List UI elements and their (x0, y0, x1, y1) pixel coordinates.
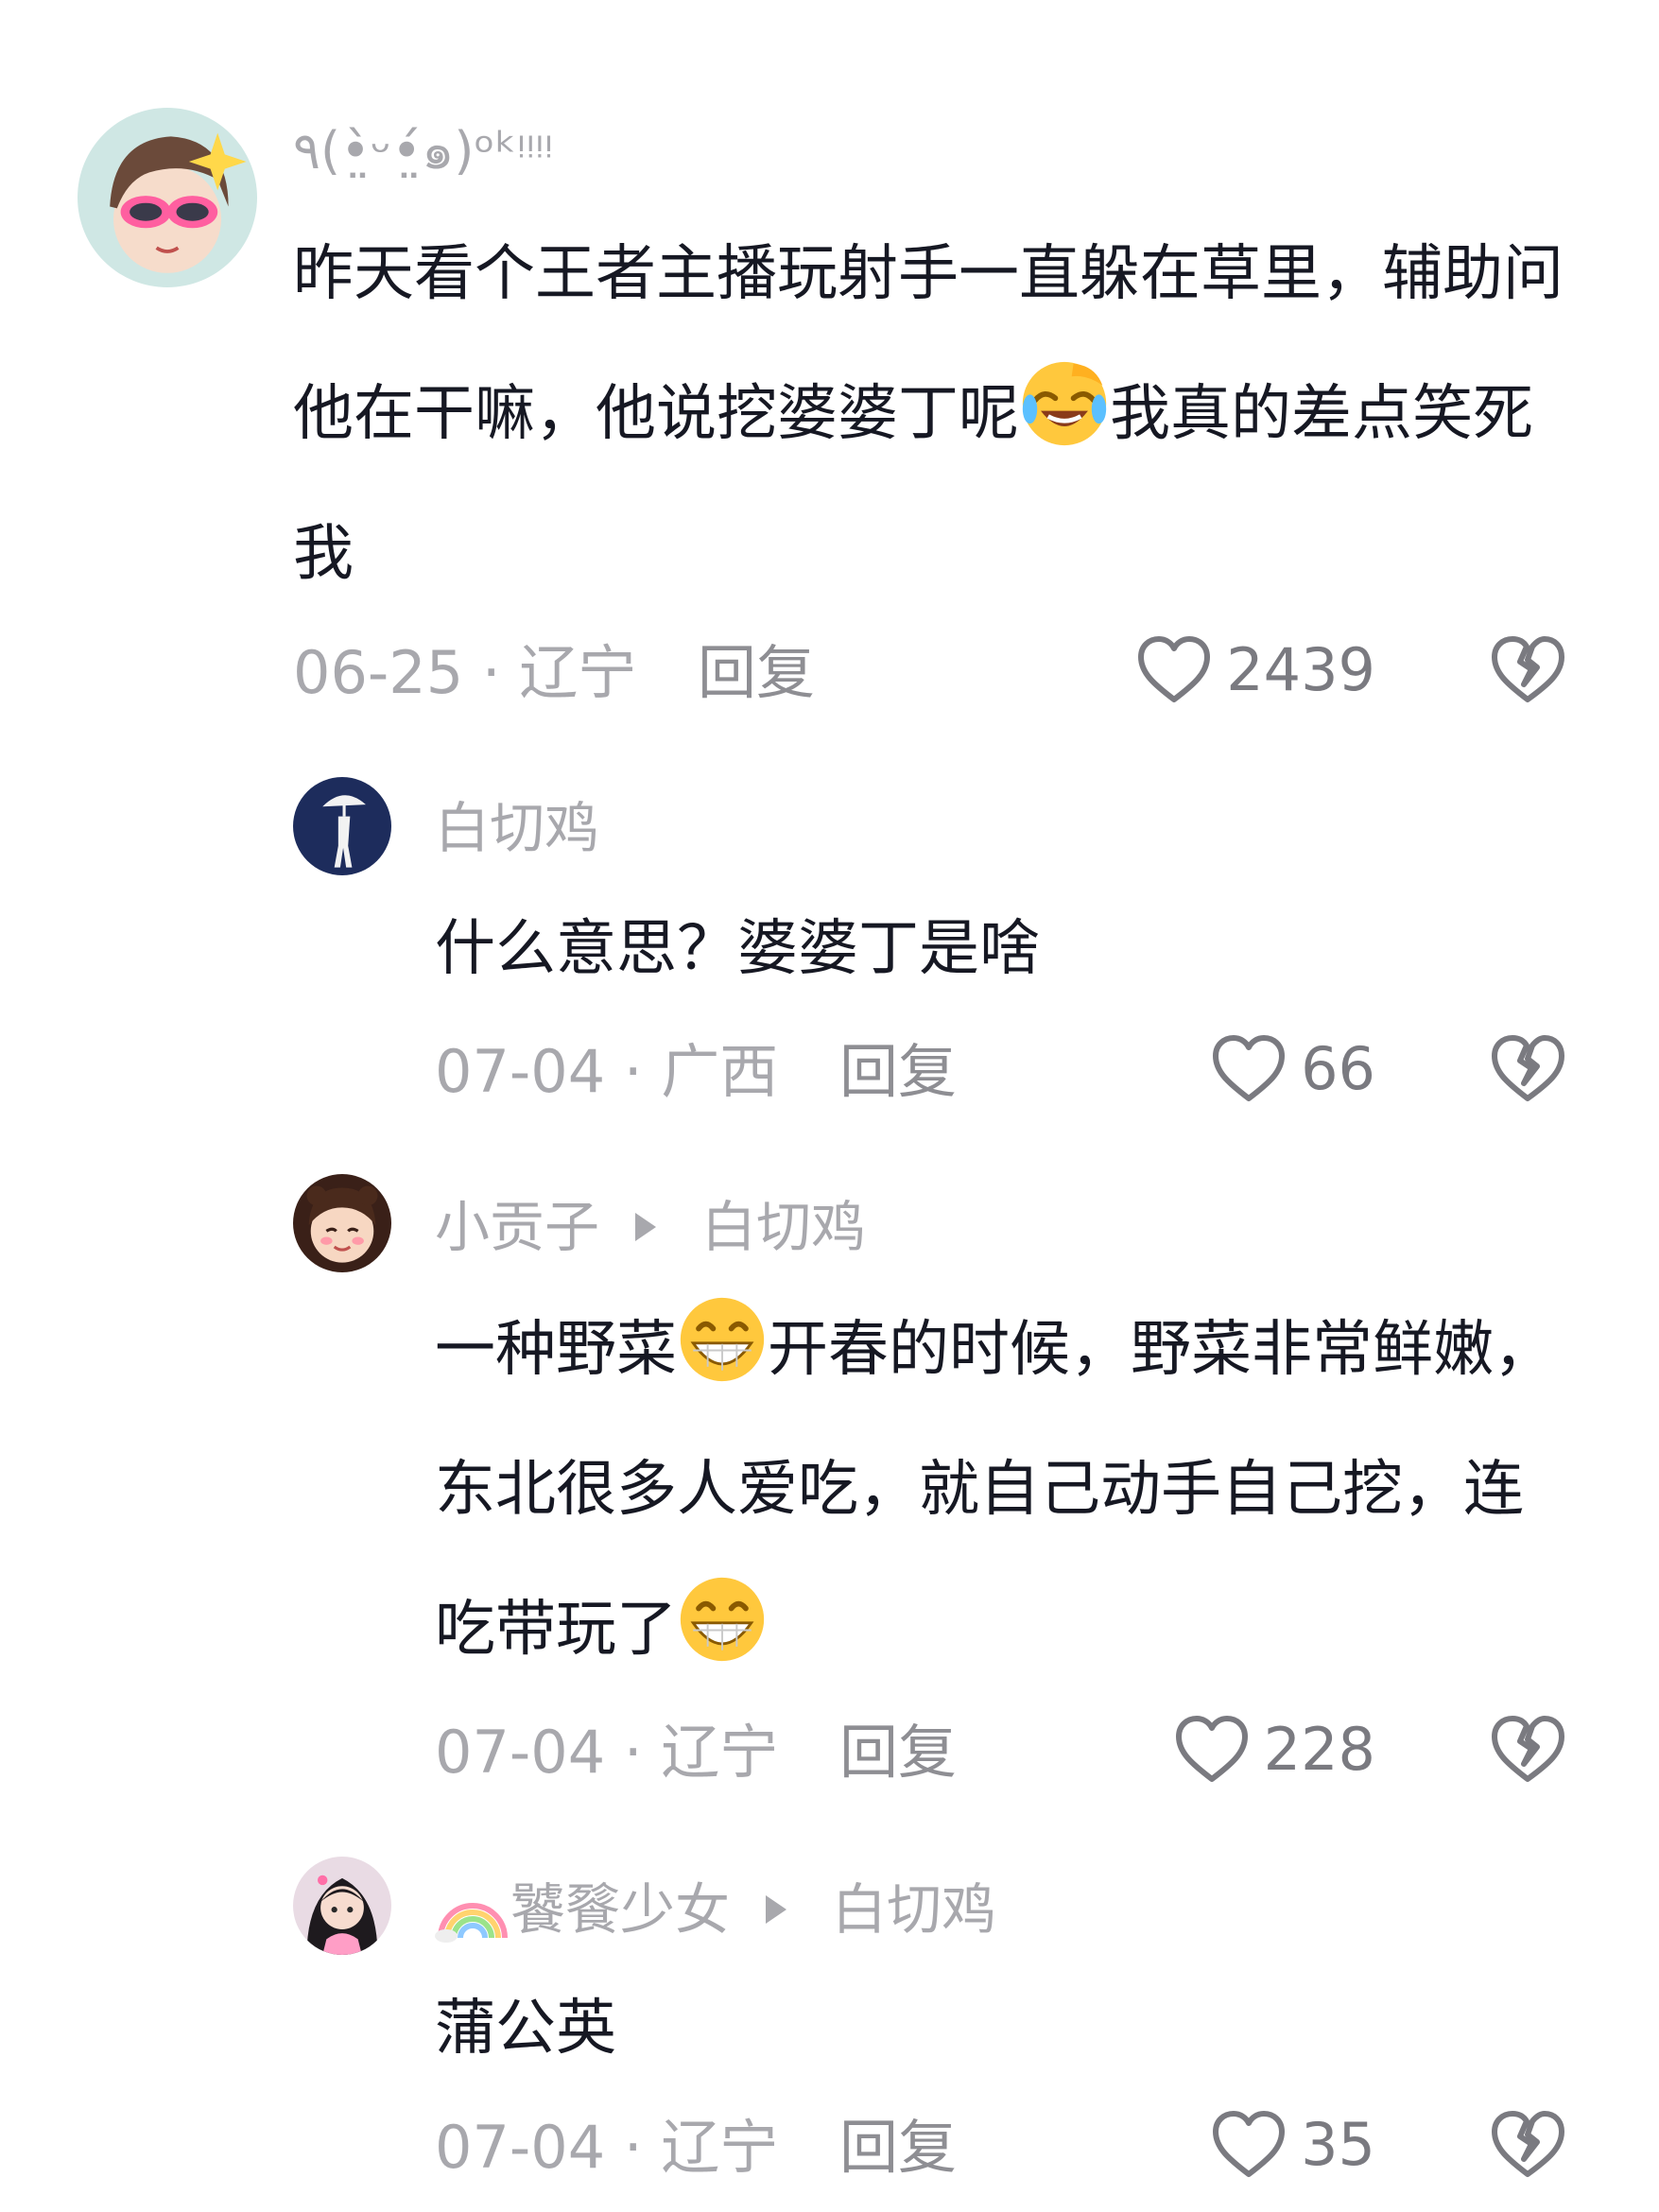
comment-date-location: 06-25 · 辽宁 (293, 638, 637, 707)
laughing-crying-emoji-icon (1019, 358, 1110, 449)
heart-icon (1138, 636, 1211, 702)
comment-text: 昨天看个王者主播玩射手一直躲在草里，辅助问他在干嘛，他说挖婆婆丁呢 我真的差点笑… (293, 239, 1564, 589)
reply-to-user[interactable]: 白切鸡 (832, 1875, 996, 1944)
comment-date-location: 07-04 · 辽宁 (435, 1718, 779, 1787)
comment-text: 什么意思？婆婆丁是啥 (435, 914, 1040, 984)
avatar[interactable] (293, 777, 391, 875)
avatar[interactable] (78, 108, 257, 287)
avatar[interactable] (293, 1857, 391, 1955)
reply-arrow-icon (635, 1213, 657, 1241)
reply-to-user[interactable]: 白切鸡 (701, 1193, 866, 1261)
broken-heart-icon (1492, 1035, 1564, 1101)
broken-heart-icon (1492, 1716, 1564, 1782)
heart-icon (1213, 2111, 1286, 2177)
like-button[interactable]: 228 (1078, 1711, 1375, 1787)
reply-button[interactable]: 回复 (839, 2110, 957, 2186)
dislike-button[interactable] (1488, 1030, 1567, 1106)
like-button[interactable]: 35 (1078, 2106, 1375, 2182)
heart-icon (1213, 1035, 1286, 1101)
rainbow-icon (435, 1875, 510, 1944)
comment-date-location: 07-04 · 辽宁 (435, 2113, 779, 2182)
broken-heart-icon (1492, 636, 1564, 702)
like-count: 228 (1263, 1714, 1375, 1784)
like-count: 66 (1301, 1033, 1375, 1103)
dislike-button[interactable] (1488, 2106, 1567, 2182)
comment-author: 小贡子 白切鸡 (435, 1193, 867, 1261)
like-count: 2439 (1226, 634, 1375, 704)
comment-item: 小贡子 白切鸡 一种野菜 开春的时候，野菜非常鲜嫩，东北很多人爱吃，就自己动手自… (0, 1134, 1659, 1853)
reply-button[interactable]: 回复 (698, 635, 815, 711)
heart-icon (1175, 1716, 1248, 1782)
reply-button[interactable]: 回复 (839, 1715, 957, 1790)
broken-heart-icon (1492, 2111, 1564, 2177)
comment-date-location: 07-04 · 广西 (435, 1037, 779, 1106)
like-count: 35 (1301, 2109, 1375, 2179)
comment-item: ٩(•̤̀ᵕ•̤́๑)ᵒᵏᵎᵎᵎᵎ 昨天看个王者主播玩射手一直躲在草里，辅助问他… (0, 0, 1659, 737)
comment-author[interactable]: ٩(•̤̀ᵕ•̤́๑)ᵒᵏᵎᵎᵎᵎ (293, 117, 553, 185)
comment-author: 饕餮少女 白切鸡 (435, 1875, 996, 1944)
comment-text: 蒲公英 (435, 1994, 616, 2064)
comment-item: 白切鸡 什么意思？婆婆丁是啥 07-04 · 广西 回复 66 (0, 737, 1659, 1134)
like-button[interactable]: 2439 (1078, 631, 1375, 707)
comment-text: 一种野菜 开春的时候，野菜非常鲜嫩，东北很多人爱吃，就自己动手自己挖，连吃带玩了 (435, 1280, 1579, 1700)
grinning-emoji-icon (677, 1294, 768, 1385)
reply-button[interactable]: 回复 (839, 1034, 957, 1110)
dislike-button[interactable] (1488, 631, 1567, 707)
dislike-button[interactable] (1488, 1711, 1567, 1787)
comment-author[interactable]: 白切鸡 (435, 794, 599, 862)
reply-arrow-icon (766, 1895, 787, 1924)
comment-item: 饕餮少女 白切鸡 蒲公英 07-04 · 辽宁 回复 35 (0, 1853, 1659, 2212)
like-button[interactable]: 66 (1078, 1030, 1375, 1106)
avatar[interactable] (293, 1174, 391, 1272)
grinning-emoji-icon (677, 1574, 768, 1665)
